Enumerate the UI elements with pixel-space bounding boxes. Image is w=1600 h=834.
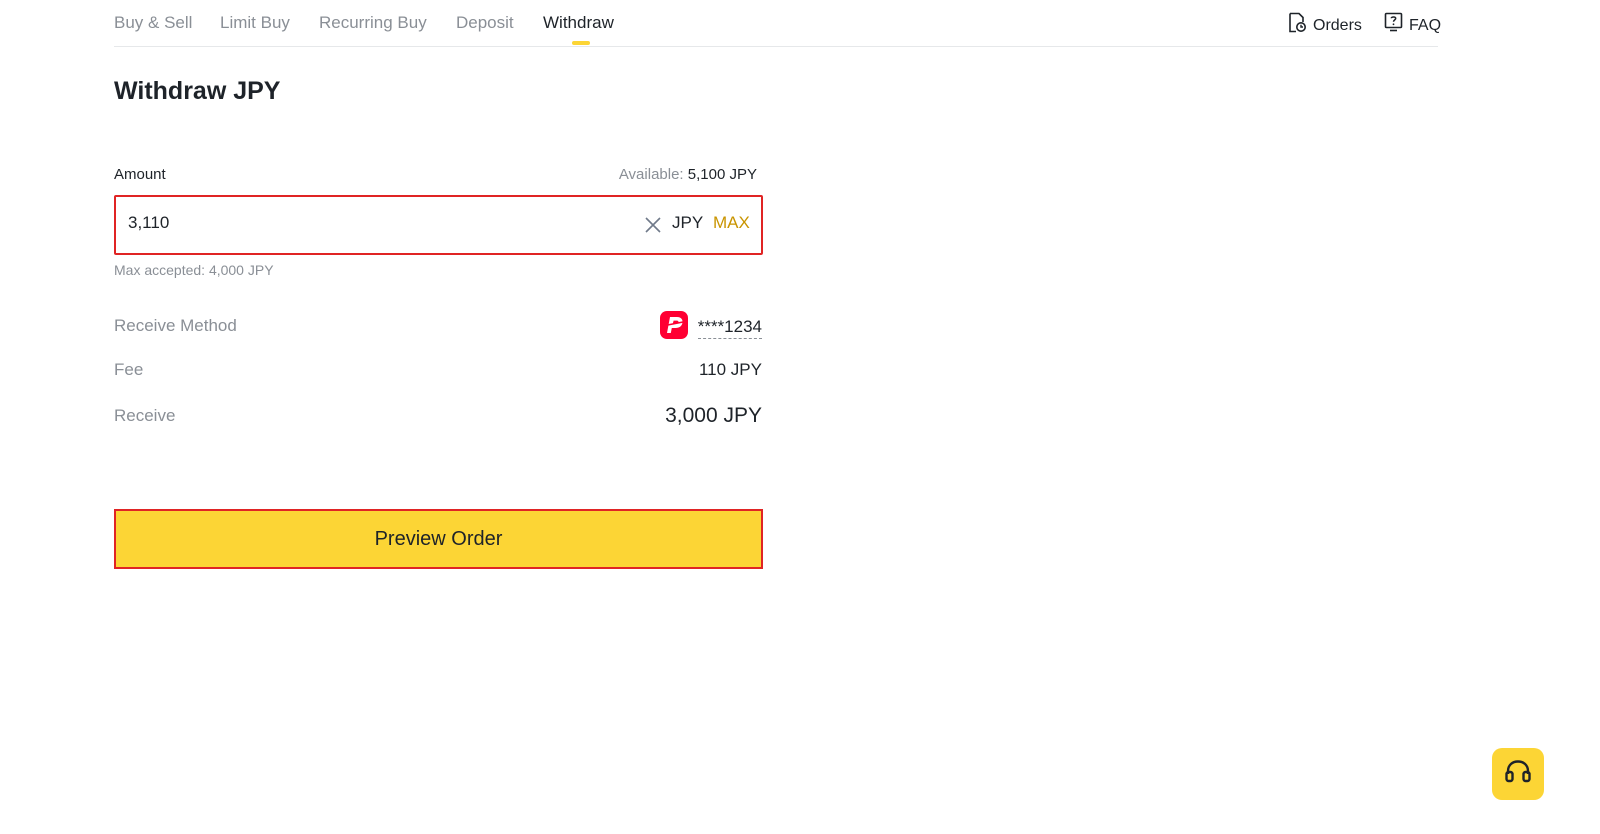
orders-link[interactable]: Orders (1288, 12, 1362, 40)
preview-order-button[interactable]: Preview Order (114, 509, 763, 569)
tab-withdraw[interactable]: Withdraw (543, 12, 614, 34)
max-accepted-hint: Max accepted: 4,000 JPY (114, 262, 274, 278)
faq-icon (1384, 12, 1409, 39)
paypay-icon (659, 311, 688, 344)
tab-deposit[interactable]: Deposit (456, 12, 514, 34)
amount-label: Amount (114, 166, 166, 183)
available-value: 5,100 JPY (687, 166, 757, 183)
top-nav: Buy & Sell Limit Buy Recurring Buy Depos… (114, 0, 1441, 47)
max-button[interactable]: MAX (713, 213, 750, 233)
faq-link[interactable]: FAQ (1384, 12, 1441, 39)
amount-input[interactable]: 3,110 JPY MAX (114, 195, 763, 255)
receive-method-label: Receive Method (114, 316, 237, 335)
tab-recurring-buy[interactable]: Recurring Buy (319, 12, 427, 34)
currency-label: JPY (672, 213, 704, 232)
faq-label: FAQ (1409, 16, 1442, 34)
tab-limit-buy[interactable]: Limit Buy (220, 12, 290, 34)
headset-icon (1503, 759, 1533, 790)
orders-icon (1288, 12, 1313, 40)
receive-method-selector[interactable]: ****1234 (659, 311, 762, 344)
close-icon[interactable] (643, 215, 663, 235)
available-balance: Available: 5,100 JPY (619, 166, 757, 183)
page-title: Withdraw JPY (114, 77, 281, 105)
fee-value: 110 JPY (698, 360, 762, 379)
fee-label: Fee (114, 360, 144, 379)
active-tab-indicator (572, 41, 590, 45)
tab-buy-sell[interactable]: Buy & Sell (114, 12, 192, 34)
available-label: Available: (618, 166, 684, 183)
orders-label: Orders (1313, 17, 1362, 34)
receive-method-account: ****1234 (697, 316, 762, 339)
withdraw-page: Buy & Sell Limit Buy Recurring Buy Depos… (0, 0, 1600, 834)
receive-label: Receive (114, 406, 176, 425)
receive-value: 3,000 JPY (665, 404, 762, 427)
amount-input-value[interactable]: 3,110 (128, 213, 169, 233)
support-button[interactable] (1492, 748, 1544, 800)
